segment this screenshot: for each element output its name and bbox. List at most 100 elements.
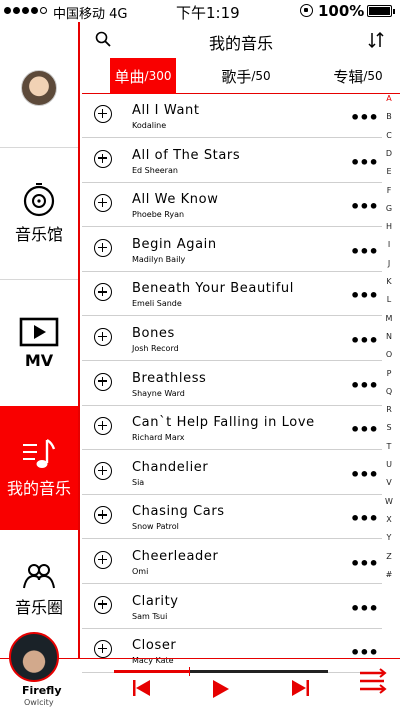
alphabet-letter[interactable]: V [382,478,396,487]
song-row[interactable]: Clarity Sam Tsui ••• [82,585,382,629]
song-row[interactable]: Beneath Your Beautiful Emeli Sande ••• [82,272,382,317]
alphabet-letter[interactable]: J [382,259,396,268]
sidebar-item-music-hall[interactable]: 音乐馆 [0,148,78,278]
more-options-button[interactable]: ••• [350,153,379,172]
song-title: All I Want [132,103,200,118]
tab-artists[interactable]: 歌手/50 [210,58,282,94]
sort-icon[interactable] [366,30,386,50]
add-circle-icon[interactable] [94,238,112,257]
alphabet-letter[interactable]: S [382,423,396,432]
alphabet-letter[interactable]: W [382,497,396,506]
alphabet-letter[interactable]: C [382,131,396,140]
playlist-icon[interactable] [358,667,390,697]
song-row[interactable]: Begin Again Madilyn Baily ••• [82,228,382,272]
progress-bar[interactable] [114,667,328,676]
song-title: Cheerleader [132,549,219,564]
more-options-button[interactable]: ••• [350,286,379,305]
add-circle-icon[interactable] [94,417,112,436]
alphabet-letter[interactable]: H [382,222,396,231]
alphabet-letter[interactable]: E [382,167,396,176]
add-circle-icon[interactable] [94,640,112,659]
alphabet-letter[interactable]: X [382,515,396,524]
alphabet-letter[interactable]: # [382,570,396,579]
add-circle-icon[interactable] [94,461,112,480]
alphabet-letter[interactable]: D [382,149,396,158]
alphabet-letter[interactable]: U [382,460,396,469]
tab-label: 单曲 [114,67,145,86]
tab-count: /300 [144,69,172,83]
alphabet-letter[interactable]: R [382,405,396,414]
next-track-icon[interactable] [290,679,310,697]
sidebar-item-mv[interactable]: MV [0,280,78,406]
song-row[interactable]: Can`t Help Falling in Love Richard Marx ••… [82,406,382,451]
previous-track-icon[interactable] [132,679,152,697]
alphabet-letter[interactable]: M [382,314,396,323]
add-circle-icon[interactable] [94,194,112,213]
sidebar-profile[interactable] [0,50,78,126]
add-circle-icon[interactable] [94,283,112,302]
add-circle-icon[interactable] [94,328,112,346]
more-options-button[interactable]: ••• [350,376,379,395]
song-title: All of The Stars [132,147,241,163]
alphabet-letter[interactable]: Z [382,552,396,561]
add-circle-icon[interactable] [94,105,112,123]
alphabet-letter[interactable]: Q [382,387,396,396]
sidebar-item-my-music[interactable]: 我的音乐 [0,406,78,530]
more-options-button[interactable]: ••• [350,197,379,216]
song-artist: Phoebe Ryan [132,210,185,220]
signal-strength-icon [4,7,47,14]
alphabet-letter[interactable]: L [382,295,396,304]
now-playing-cover[interactable] [9,632,59,682]
song-row[interactable]: All of The Stars Ed Sheeran ••• [82,139,382,183]
alphabet-letter[interactable]: G [382,204,396,213]
song-title: Breathless [132,370,207,386]
more-options-button[interactable]: ••• [350,599,379,618]
tab-albums[interactable]: 专辑/50 [322,58,394,94]
alphabet-letter[interactable]: Y [382,533,396,542]
song-row[interactable]: Chasing Cars Snow Patrol ••• [82,495,382,540]
more-options-button[interactable]: ••• [350,554,379,573]
more-options-button[interactable]: ••• [350,509,379,528]
song-artist: Sam Tsui [132,611,168,621]
song-row[interactable]: Bones Josh Record ••• [82,317,382,361]
tab-label: 专辑 [333,67,364,86]
add-circle-icon[interactable] [94,372,112,391]
alphabet-letter[interactable]: T [382,442,396,451]
more-options-button[interactable]: ••• [350,331,379,350]
song-row[interactable]: All I Want Kodaline ••• [82,94,382,138]
now-playing-artist: Owlcity [24,698,54,707]
alphabet-letter[interactable]: B [382,112,396,121]
play-icon[interactable] [212,679,230,699]
tab-songs[interactable]: 单曲/300 [110,58,176,94]
alphabet-letter[interactable]: O [382,350,396,359]
song-row[interactable]: Cheerleader Omi ••• [82,540,382,584]
song-artist: Sia [132,477,145,487]
song-row[interactable]: Chandelier Sia ••• [82,451,382,495]
add-circle-icon[interactable] [94,551,112,569]
song-row[interactable]: Breathless Shayne Ward ••• [82,362,382,406]
more-options-button[interactable]: ••• [350,465,379,484]
song-artist: Madilyn Baily [132,254,186,264]
record-icon [23,183,55,217]
song-title: All We Know [132,192,219,208]
song-row[interactable]: All We Know Phoebe Ryan ••• [82,183,382,228]
mini-player: Firefly Owlcity [0,632,400,711]
add-circle-icon[interactable] [94,506,112,525]
user-avatar[interactable] [21,70,57,106]
alphabet-letter[interactable]: K [382,277,396,286]
alphabet-letter[interactable]: I [382,240,396,249]
alphabet-letter[interactable]: P [382,369,396,378]
alphabet-letter[interactable]: N [382,332,396,341]
more-options-button[interactable]: ••• [350,242,379,261]
alphabet-letter[interactable]: F [382,186,396,195]
progress-knob[interactable] [188,667,190,676]
more-options-button[interactable]: ••• [350,108,379,127]
song-title: Can`t Help Falling in Love [132,415,315,431]
alphabet-letter[interactable]: A [382,94,396,103]
more-options-button[interactable]: ••• [350,420,379,439]
sidebar-item-label: 音乐圈 [14,598,63,617]
song-title: Chasing Cars [132,504,225,520]
sidebar-item-music-circle[interactable]: 音乐圈 [0,552,78,628]
add-circle-icon[interactable] [94,149,112,168]
add-circle-icon[interactable] [94,595,112,614]
